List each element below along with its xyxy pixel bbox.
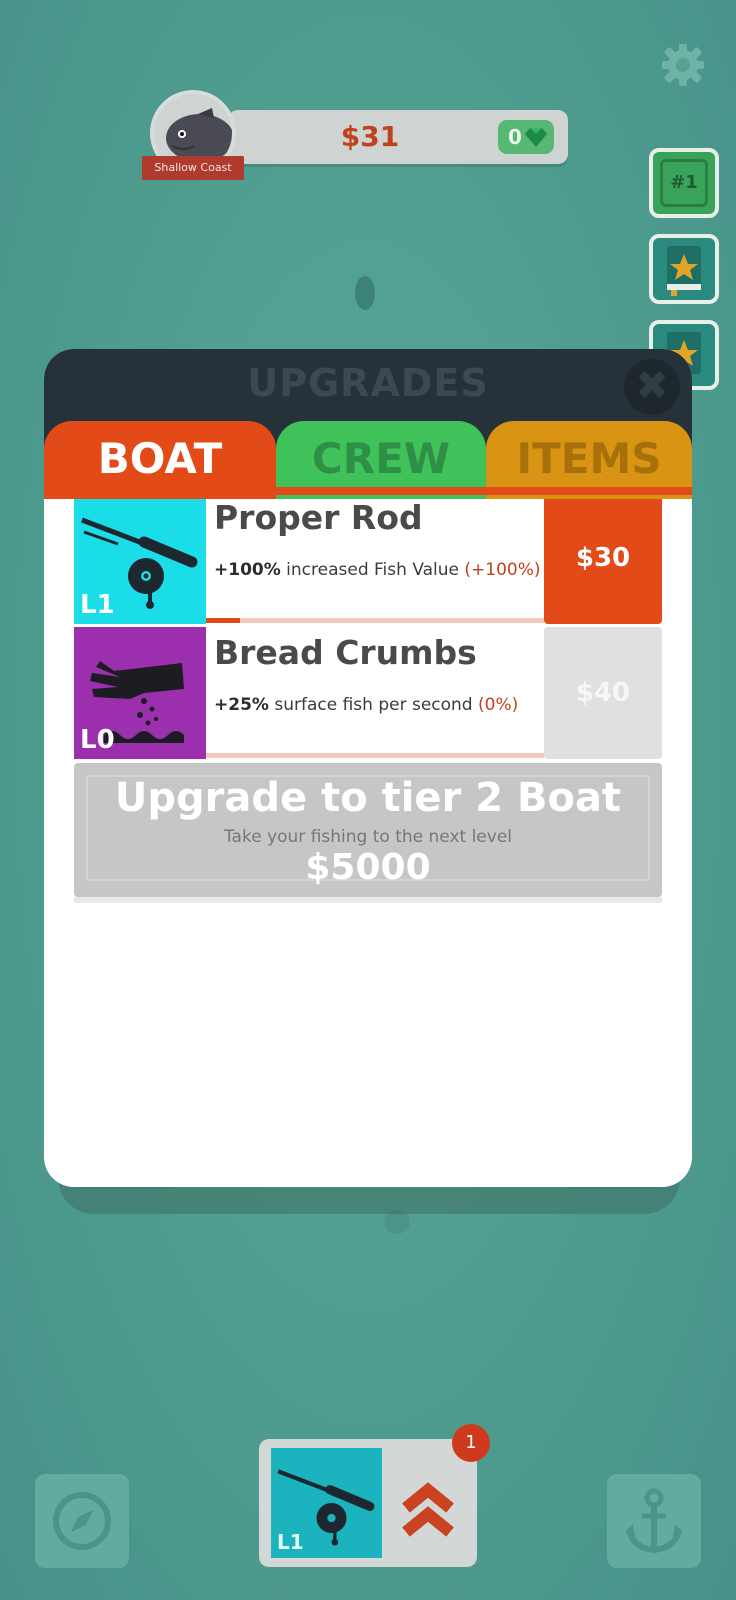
upgrade-row-bread-crumbs: L0 Bread Crumbs +25% surface fish per se… bbox=[74, 627, 662, 759]
upgrade-effect: +25% surface fish per second (0%) bbox=[214, 695, 518, 715]
upgrade-level: L0 bbox=[80, 725, 115, 755]
upgrade-image: L0 bbox=[74, 627, 206, 759]
compass-button[interactable] bbox=[35, 1474, 129, 1568]
gem-count: 0 bbox=[508, 125, 522, 149]
location-label: Shallow Coast bbox=[142, 156, 244, 180]
gem-icon bbox=[525, 128, 547, 147]
tier-title: Upgrade to tier 2 Boat bbox=[114, 775, 622, 821]
upgrade-name: Proper Rod bbox=[214, 498, 423, 537]
effect-change: (+100%) bbox=[464, 560, 541, 580]
buy-button-disabled[interactable]: $40 bbox=[544, 627, 662, 759]
upgrades-modal: UPGRADES ✖ ITEMS CREW BOAT L1 Proper Rod… bbox=[44, 349, 692, 1187]
buy-button[interactable]: $30 bbox=[544, 492, 662, 624]
tab-underline bbox=[44, 487, 692, 495]
effect-text: surface fish per second bbox=[274, 695, 473, 715]
tier-shadow bbox=[74, 897, 662, 903]
background-fish-shadow bbox=[355, 276, 375, 310]
current-level: L1 bbox=[277, 1530, 304, 1554]
upgrade-progress-fill bbox=[206, 618, 240, 623]
upgrade-level: L1 bbox=[80, 590, 115, 620]
double-chevron-up-icon[interactable] bbox=[400, 1480, 456, 1540]
upgrade-name: Bread Crumbs bbox=[214, 633, 477, 672]
compass-icon bbox=[53, 1492, 111, 1550]
close-icon: ✖ bbox=[635, 363, 669, 409]
leaderboard-button[interactable]: #1 bbox=[649, 148, 719, 218]
tier-subtitle: Take your fishing to the next level bbox=[223, 827, 512, 847]
tier-upgrade-button[interactable]: Upgrade to tier 2 Boat Take your fishing… bbox=[74, 763, 662, 897]
anchor-icon bbox=[625, 1488, 683, 1554]
upgrade-progress-track bbox=[206, 753, 544, 758]
money-amount: $31 bbox=[340, 120, 400, 153]
rank-label: #1 bbox=[660, 159, 708, 207]
star-book-icon bbox=[667, 246, 701, 296]
effect-amount: +25% bbox=[214, 695, 269, 715]
notification-badge: 1 bbox=[452, 1424, 490, 1462]
close-button[interactable]: ✖ bbox=[624, 359, 680, 415]
upgrade-image: L1 bbox=[74, 492, 206, 624]
upgrade-row-proper-rod: L1 Proper Rod +100% increased Fish Value… bbox=[74, 492, 662, 624]
gear-icon[interactable] bbox=[660, 42, 706, 88]
effect-amount: +100% bbox=[214, 560, 281, 580]
upgrade-progress-track bbox=[206, 618, 544, 623]
effect-change: (0%) bbox=[478, 695, 519, 715]
modal-title: UPGRADES bbox=[247, 361, 489, 405]
current-upgrade-image: L1 bbox=[271, 1448, 382, 1558]
effect-text: increased Fish Value bbox=[286, 560, 460, 580]
fishopedia-button[interactable] bbox=[649, 234, 719, 304]
tier-price: $5000 bbox=[305, 847, 431, 888]
gem-counter[interactable]: 0 bbox=[498, 120, 554, 154]
upgrade-effect: +100% increased Fish Value (+100%) bbox=[214, 560, 541, 580]
anchor-button[interactable] bbox=[607, 1474, 701, 1568]
